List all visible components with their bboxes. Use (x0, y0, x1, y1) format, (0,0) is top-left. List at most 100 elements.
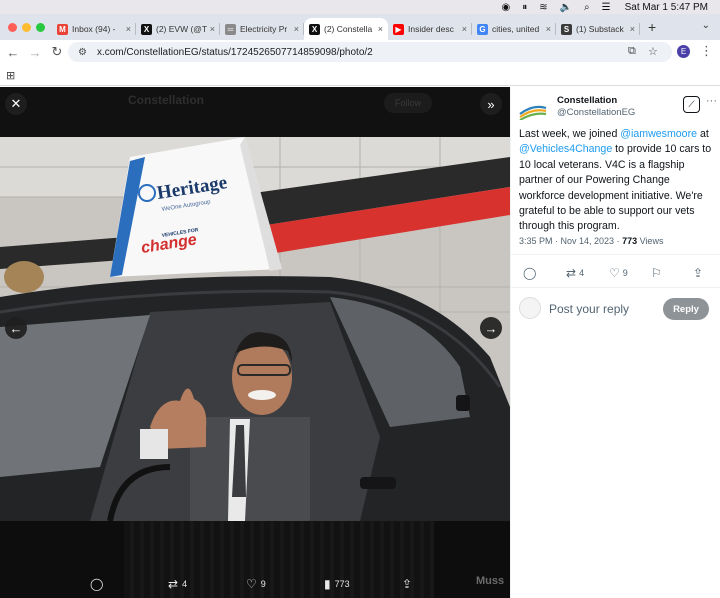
tweet-header: Constellation @ConstellationEG ⟋ ··· (519, 95, 717, 125)
reload-icon[interactable]: ↻ (46, 44, 68, 60)
spotlight-search-icon[interactable]: ⌕ (584, 2, 590, 13)
reply-button-submit[interactable]: Reply (663, 298, 709, 320)
viewer-view-count: 773 (334, 579, 350, 589)
heart-icon: ♡ (246, 577, 257, 591)
photo-viewer: Constellation Follow Heritage WeOne Auto… (0, 87, 510, 598)
viewer-repost-button[interactable]: ⇄ 4 (168, 577, 187, 591)
zoom-window-button[interactable] (36, 22, 45, 32)
tweet-views-label: Views (637, 236, 664, 246)
viewer-reply-button[interactable]: ◯ (90, 577, 107, 591)
browser-tab[interactable]: X (2) EVW (@T × (136, 18, 220, 40)
like-button[interactable]: ♡ 9 (609, 266, 628, 280)
close-tab-icon[interactable]: × (210, 24, 215, 34)
browser-menu-icon[interactable]: ⋮ (700, 43, 713, 59)
site-settings-icon[interactable]: ⚙ (78, 47, 87, 58)
divider (511, 254, 720, 255)
wifi-icon[interactable]: ≋ (539, 2, 547, 13)
tab-title: (2) EVW (@T (156, 24, 207, 34)
tweet-view-count: 773 (622, 236, 638, 246)
close-tab-icon[interactable]: × (546, 24, 551, 34)
substack-icon: S (561, 23, 572, 35)
close-window-button[interactable] (8, 22, 17, 32)
tab-title: (1) Substack (576, 24, 624, 34)
photo-illustration: Heritage WeOne Autogroup VEHICLES FOR ch… (0, 137, 510, 521)
close-viewer-button[interactable]: ✕ (5, 93, 27, 115)
expand-panel-button[interactable]: » (480, 93, 502, 115)
url-text[interactable]: x.com/ConstellationEG/status/17245265077… (97, 47, 373, 58)
pause-icon[interactable]: ⏸ (522, 2, 527, 13)
tweet-photo[interactable]: Heritage WeOne Autogroup VEHICLES FOR ch… (0, 137, 510, 521)
tweet-text-part: Last week, we joined (519, 128, 621, 140)
bookmarks-bar: ⊞ (0, 64, 720, 86)
x-logo-icon: X (309, 23, 320, 35)
viewer-like-count: 9 (260, 579, 266, 589)
browser-tab-strip: M Inbox (94) - × X (2) EVW (@T × ═ Electricity … (0, 14, 720, 40)
close-tab-icon[interactable]: × (630, 24, 635, 34)
install-app-icon[interactable]: ⧉ (628, 45, 636, 58)
forward-arrow-icon[interactable]: → (24, 45, 46, 60)
browser-tab[interactable]: X (2) Constella × (304, 18, 388, 40)
like-count: 9 (622, 268, 628, 278)
mention-link[interactable]: @Vehicles4Change (519, 143, 612, 155)
divider (511, 287, 720, 288)
reply-input[interactable]: Post your reply (549, 302, 629, 316)
tweet-timestamp[interactable]: 3:35 PM · Nov 14, 2023 · 773 Views (519, 236, 663, 246)
viewer-views-button[interactable]: ▮ 773 (324, 577, 350, 591)
profile-avatar[interactable]: E (677, 45, 690, 58)
more-options-icon[interactable]: ··· (706, 95, 717, 107)
google-icon: G (477, 23, 488, 35)
close-tab-icon[interactable]: × (462, 24, 467, 34)
repost-icon: ⇄ (168, 577, 179, 591)
bookmark-button[interactable]: ⚐ (651, 266, 665, 280)
viewer-share-button[interactable]: ⇪ (402, 577, 416, 591)
record-icon[interactable]: ◉ (501, 2, 510, 13)
browser-tab[interactable]: Gcities, united × (472, 18, 556, 40)
reply-bubble-icon: ◯ (90, 577, 104, 591)
x-logo-icon: X (141, 23, 152, 35)
new-tab-button[interactable]: + (648, 19, 656, 35)
account-name[interactable]: Constellation (557, 95, 617, 106)
user-avatar[interactable] (519, 297, 541, 319)
control-center-icon[interactable]: ☰ (602, 2, 611, 13)
heart-icon: ♡ (609, 266, 620, 280)
tab-search-chevron-icon[interactable]: ⌄ (702, 20, 710, 31)
grok-icon[interactable]: ⟋ (683, 96, 700, 113)
reply-button[interactable]: ◯ (523, 266, 539, 280)
bookmark-star-icon[interactable]: ☆ (648, 45, 658, 58)
tab-title: cities, united (492, 24, 540, 34)
mention-link[interactable]: @iamwesmoore (620, 128, 697, 140)
account-handle[interactable]: @ConstellationEG (557, 107, 635, 118)
tab-title: Electricity Pr (240, 24, 288, 34)
close-tab-icon[interactable]: × (378, 24, 383, 34)
previous-photo-button[interactable]: ← (5, 317, 27, 339)
constellation-logo-icon[interactable] (519, 100, 547, 120)
browser-tab[interactable]: S (1) Substack × (556, 18, 640, 40)
browser-toolbar: ← → ↻ ⚙ x.com/ConstellationEG/status/172… (0, 40, 720, 64)
reply-composer: Post your reply Reply (519, 295, 715, 323)
back-arrow-icon[interactable]: ← (2, 45, 24, 60)
share-icon: ⇪ (402, 577, 413, 591)
volume-icon[interactable]: 🔈 (560, 2, 572, 13)
tweet-time[interactable]: 3:35 PM · Nov 14, 2023 · (519, 236, 622, 246)
double-chevron-right-icon: » (487, 96, 495, 112)
browser-tab[interactable]: ▶ Insider desc × (388, 18, 472, 40)
tab-title: Insider desc (408, 24, 454, 34)
share-button[interactable]: ⇪ (693, 266, 706, 280)
arrow-right-icon: → (484, 320, 498, 336)
browser-tab[interactable]: M Inbox (94) - × (52, 18, 136, 40)
repost-button[interactable]: ⇄ 4 (566, 266, 584, 280)
close-tab-icon[interactable]: × (294, 24, 299, 34)
viewer-like-button[interactable]: ♡ 9 (246, 577, 266, 591)
viewer-repost-count: 4 (182, 579, 188, 589)
menu-bar-clock[interactable]: Sat Mar 1 5:47 PM (625, 2, 708, 13)
address-bar[interactable]: ⚙ x.com/ConstellationEG/status/172452650… (68, 42, 672, 62)
browser-tab[interactable]: ═ Electricity Pr × (220, 18, 304, 40)
tweet-action-bar: ◯ ⇄ 4 ♡ 9 ⚐ ⇪ (511, 263, 720, 283)
reply-bubble-icon: ◯ (523, 266, 537, 280)
minimize-window-button[interactable] (22, 22, 31, 32)
close-tab-icon[interactable]: × (126, 24, 131, 34)
viewer-action-bar: ◯ ⇄ 4 ♡ 9 ▮ 773 ⇪ (0, 572, 510, 596)
tweet-side-panel: Constellation @ConstellationEG ⟋ ··· Las… (510, 87, 720, 598)
apps-grid-icon[interactable]: ⊞ (6, 69, 15, 82)
next-photo-button[interactable]: → (480, 317, 502, 339)
